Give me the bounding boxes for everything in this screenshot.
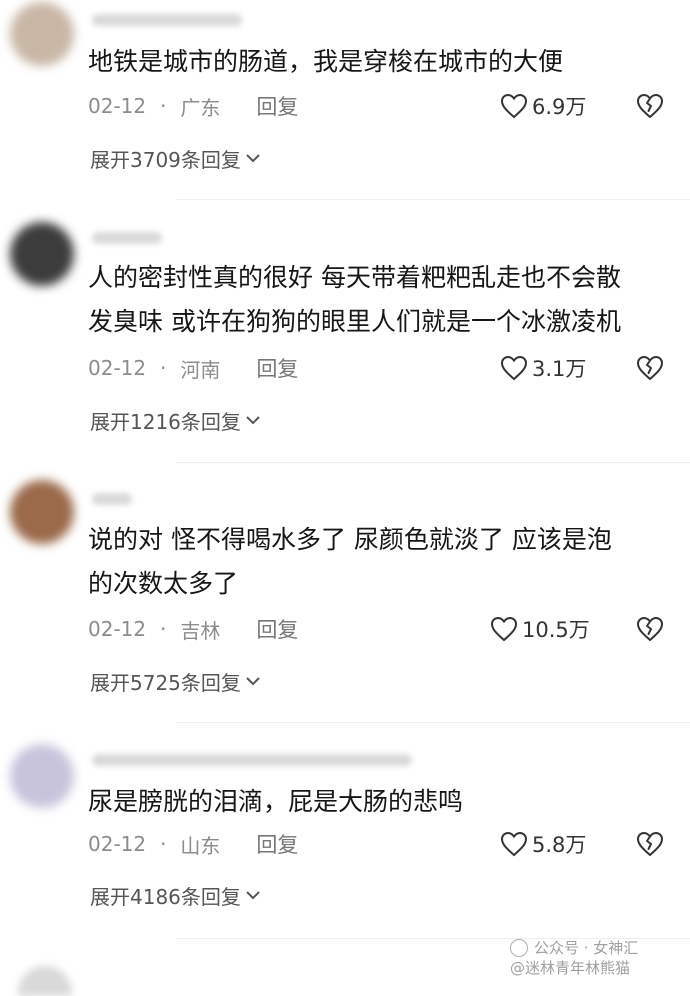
comment-text: 人的密封性真的很好 每天带着粑粑乱走也不会散 发臭味 或许在狗狗的眼里人们就是一… (88, 263, 621, 336)
watermark-row-1: 公众号 · 女神汇 (510, 938, 638, 958)
watermark-handle: @迷林青年林熊猫 (510, 959, 631, 977)
username-blurred[interactable] (92, 754, 412, 766)
like-button[interactable]: 10.5万 (490, 613, 590, 645)
like-count: 6.9万 (532, 95, 587, 119)
like-button[interactable]: 6.9万 (500, 90, 586, 122)
heart-icon (500, 93, 528, 119)
avatar[interactable] (18, 966, 72, 996)
avatar[interactable] (10, 222, 74, 286)
expand-replies-label: 展开4186条回复 (90, 884, 241, 909)
chevron-down-icon (246, 891, 260, 900)
username-blurred[interactable] (92, 493, 132, 505)
comment-region: 山东 (180, 833, 221, 858)
chevron-down-icon (246, 677, 260, 686)
comment-meta: 02-12 · 广东 回复 (88, 90, 298, 122)
watermark: 公众号 · 女神汇 @迷林青年林熊猫 (510, 938, 638, 978)
username-blurred[interactable] (92, 14, 242, 26)
watermark-account: 公众号 · 女神汇 (534, 939, 639, 957)
like-count: 10.5万 (522, 618, 590, 642)
heart-icon (500, 831, 528, 857)
meta-separator: · (160, 356, 167, 380)
comment-region: 广东 (180, 95, 221, 120)
avatar[interactable] (10, 744, 74, 808)
avatar[interactable] (10, 480, 74, 544)
comment-date: 02-12 (88, 617, 147, 641)
reply-button[interactable]: 回复 (256, 353, 298, 383)
like-count: 3.1万 (532, 357, 587, 381)
heart-icon (500, 355, 528, 381)
comment-text: 地铁是城市的肠道，我是穿梭在城市的大便 (88, 47, 564, 76)
like-button[interactable]: 3.1万 (500, 352, 586, 384)
expand-replies-button[interactable]: 展开5725条回复 (90, 666, 261, 696)
expand-replies-button[interactable]: 展开3709条回复 (90, 143, 261, 173)
meta-separator: · (160, 617, 167, 641)
comment-text: 说的对 怪不得喝水多了 尿颜色就淡了 应该是泡 的次数太多了 (88, 525, 612, 598)
comment-date: 02-12 (88, 832, 147, 856)
expand-replies-label: 展开1216条回复 (90, 409, 241, 434)
broken-heart-icon (637, 94, 663, 118)
expand-replies-button[interactable]: 展开1216条回复 (90, 405, 261, 435)
broken-heart-icon (637, 617, 663, 641)
avatar[interactable] (10, 2, 74, 66)
comment-date: 02-12 (88, 356, 147, 380)
expand-replies-button[interactable]: 展开4186条回复 (90, 880, 261, 910)
expand-replies-label: 展开3709条回复 (90, 147, 241, 172)
reply-button[interactable]: 回复 (256, 91, 298, 121)
username-blurred[interactable] (92, 232, 162, 244)
chevron-down-icon (246, 416, 260, 425)
comment-meta: 02-12 · 山东 回复 (88, 828, 298, 860)
comment-date: 02-12 (88, 94, 147, 118)
heart-icon (490, 616, 518, 642)
comment-meta: 02-12 · 吉林 回复 (88, 613, 298, 645)
comment-region: 河南 (180, 357, 221, 382)
meta-separator: · (160, 94, 167, 118)
dislike-button[interactable] (634, 90, 666, 122)
broken-heart-icon (637, 356, 663, 380)
divider (176, 722, 690, 723)
divider (176, 199, 690, 200)
dislike-button[interactable] (634, 352, 666, 384)
watermark-row-2: @迷林青年林熊猫 (510, 958, 638, 978)
expand-replies-label: 展开5725条回复 (90, 670, 241, 695)
meta-separator: · (160, 832, 167, 856)
reply-button[interactable]: 回复 (256, 829, 298, 859)
chevron-down-icon (246, 154, 260, 163)
divider (176, 462, 690, 463)
dislike-button[interactable] (634, 613, 666, 645)
comment-meta: 02-12 · 河南 回复 (88, 352, 298, 384)
wechat-icon (510, 939, 528, 957)
broken-heart-icon (637, 832, 663, 856)
comment-text: 尿是膀胱的泪滴，屁是大肠的悲鸣 (88, 787, 464, 816)
like-button[interactable]: 5.8万 (500, 828, 586, 860)
comment-region: 吉林 (180, 618, 221, 643)
reply-button[interactable]: 回复 (256, 614, 298, 644)
dislike-button[interactable] (634, 828, 666, 860)
like-count: 5.8万 (532, 833, 587, 857)
